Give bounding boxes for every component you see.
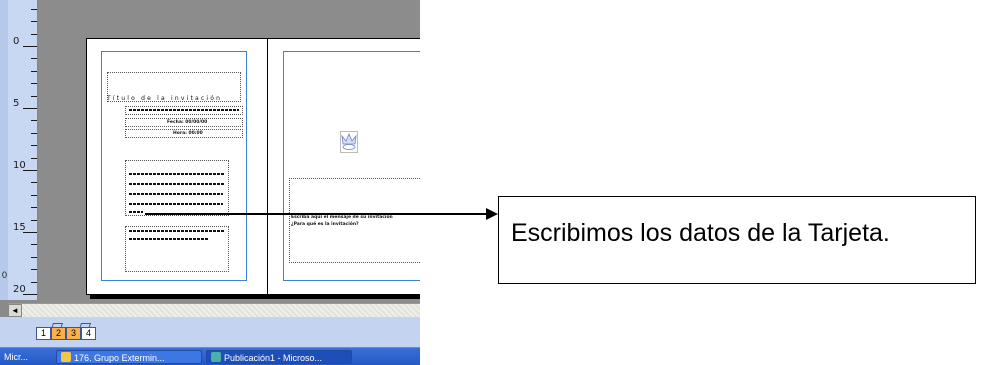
text-line (129, 203, 223, 205)
taskbar-item-folder[interactable]: 176. Grupo Extermin... (56, 350, 202, 364)
ruler-tick (31, 269, 37, 271)
callout-text: Escribimos los datos de la Tarjeta. (511, 219, 890, 247)
page-tab-2[interactable]: 2 (51, 327, 66, 340)
text-line (129, 238, 209, 240)
ruler-gutter (0, 0, 8, 300)
ruler-label: 5 (13, 98, 20, 109)
ruler-tick (23, 108, 37, 109)
text-line (129, 183, 225, 185)
windows-taskbar: Micr... 176. Grupo Extermin... Publicaci… (0, 347, 420, 365)
ruler-tick (31, 207, 37, 209)
lower-textbox[interactable] (125, 226, 229, 272)
crown-image[interactable] (340, 131, 358, 153)
publication-workspace[interactable]: Título de la invitación Fecha: 00/00/00 … (38, 0, 420, 303)
ruler-tick (31, 182, 37, 184)
ruler-tick (31, 281, 37, 283)
inside-message-text: Escriba aquí el mensaje de su invitación (291, 215, 393, 220)
page-navigator: 1 2 3 4 (0, 317, 420, 347)
ruler-tick (31, 244, 37, 246)
text-line (129, 109, 239, 111)
callout-box: Escribimos los datos de la Tarjeta. (498, 196, 976, 284)
taskbar-item[interactable]: Micr... (0, 350, 52, 364)
page-spread[interactable]: Título de la invitación Fecha: 00/00/00 … (86, 38, 420, 295)
text-line (129, 173, 225, 175)
message-textbox[interactable] (125, 160, 229, 216)
ruler-tick (31, 83, 37, 85)
ruler-label: 0 (13, 36, 20, 47)
taskbar-label: Micr... (4, 352, 28, 362)
ruler-tick (31, 58, 37, 60)
ruler-tick (31, 219, 37, 221)
ruler-label: 20 (13, 284, 26, 295)
ruler-tick (31, 95, 37, 97)
cover-title: Título de la invitación (107, 95, 223, 102)
page-tab-1[interactable]: 1 (36, 327, 51, 340)
ruler-label: 15 (13, 222, 26, 233)
ruler-tick (31, 33, 37, 35)
taskbar-label: 176. Grupo Extermin... (74, 353, 165, 363)
date-text: Fecha: 00/00/00 (167, 120, 208, 125)
ruler-tick (31, 194, 37, 196)
ruler-tick (31, 132, 37, 134)
ruler-tick (31, 157, 37, 159)
time-text: Hora: 00:00 (173, 131, 203, 136)
page-tab-4[interactable]: 4 (81, 327, 96, 340)
ruler-tick (31, 145, 37, 147)
publisher-screenshot: 0 5 10 15 20 0 Título de la invitación Fecha… (0, 0, 420, 365)
page-fold-line (267, 39, 268, 294)
taskbar-item-publisher[interactable]: Publicación1 - Microso... (206, 350, 352, 364)
ruler-tick (31, 70, 37, 72)
taskbar-label: Publicación1 - Microso... (224, 353, 323, 363)
scroll-left-button[interactable]: ◄ (8, 304, 22, 317)
ruler-tick (23, 46, 37, 47)
ruler-label: 10 (13, 160, 26, 171)
ruler-side-mark: 0 (2, 270, 8, 280)
inside-question-text: ¿Para qué es la invitación? (291, 222, 359, 227)
text-line (129, 211, 143, 213)
folder-icon (61, 352, 71, 362)
ruler-tick (31, 256, 37, 258)
horizontal-scrollbar[interactable]: ◄ (8, 303, 420, 317)
ruler-tick (31, 120, 37, 122)
publisher-icon (211, 352, 221, 362)
text-line (129, 230, 225, 232)
scroll-track[interactable] (22, 304, 420, 317)
ruler-tick (31, 21, 37, 23)
page-tab-3[interactable]: 3 (66, 327, 81, 340)
ruler-tick (31, 8, 37, 10)
vertical-ruler[interactable]: 0 5 10 15 20 (8, 0, 38, 300)
text-line (129, 193, 223, 195)
right-textbox[interactable] (289, 178, 420, 263)
